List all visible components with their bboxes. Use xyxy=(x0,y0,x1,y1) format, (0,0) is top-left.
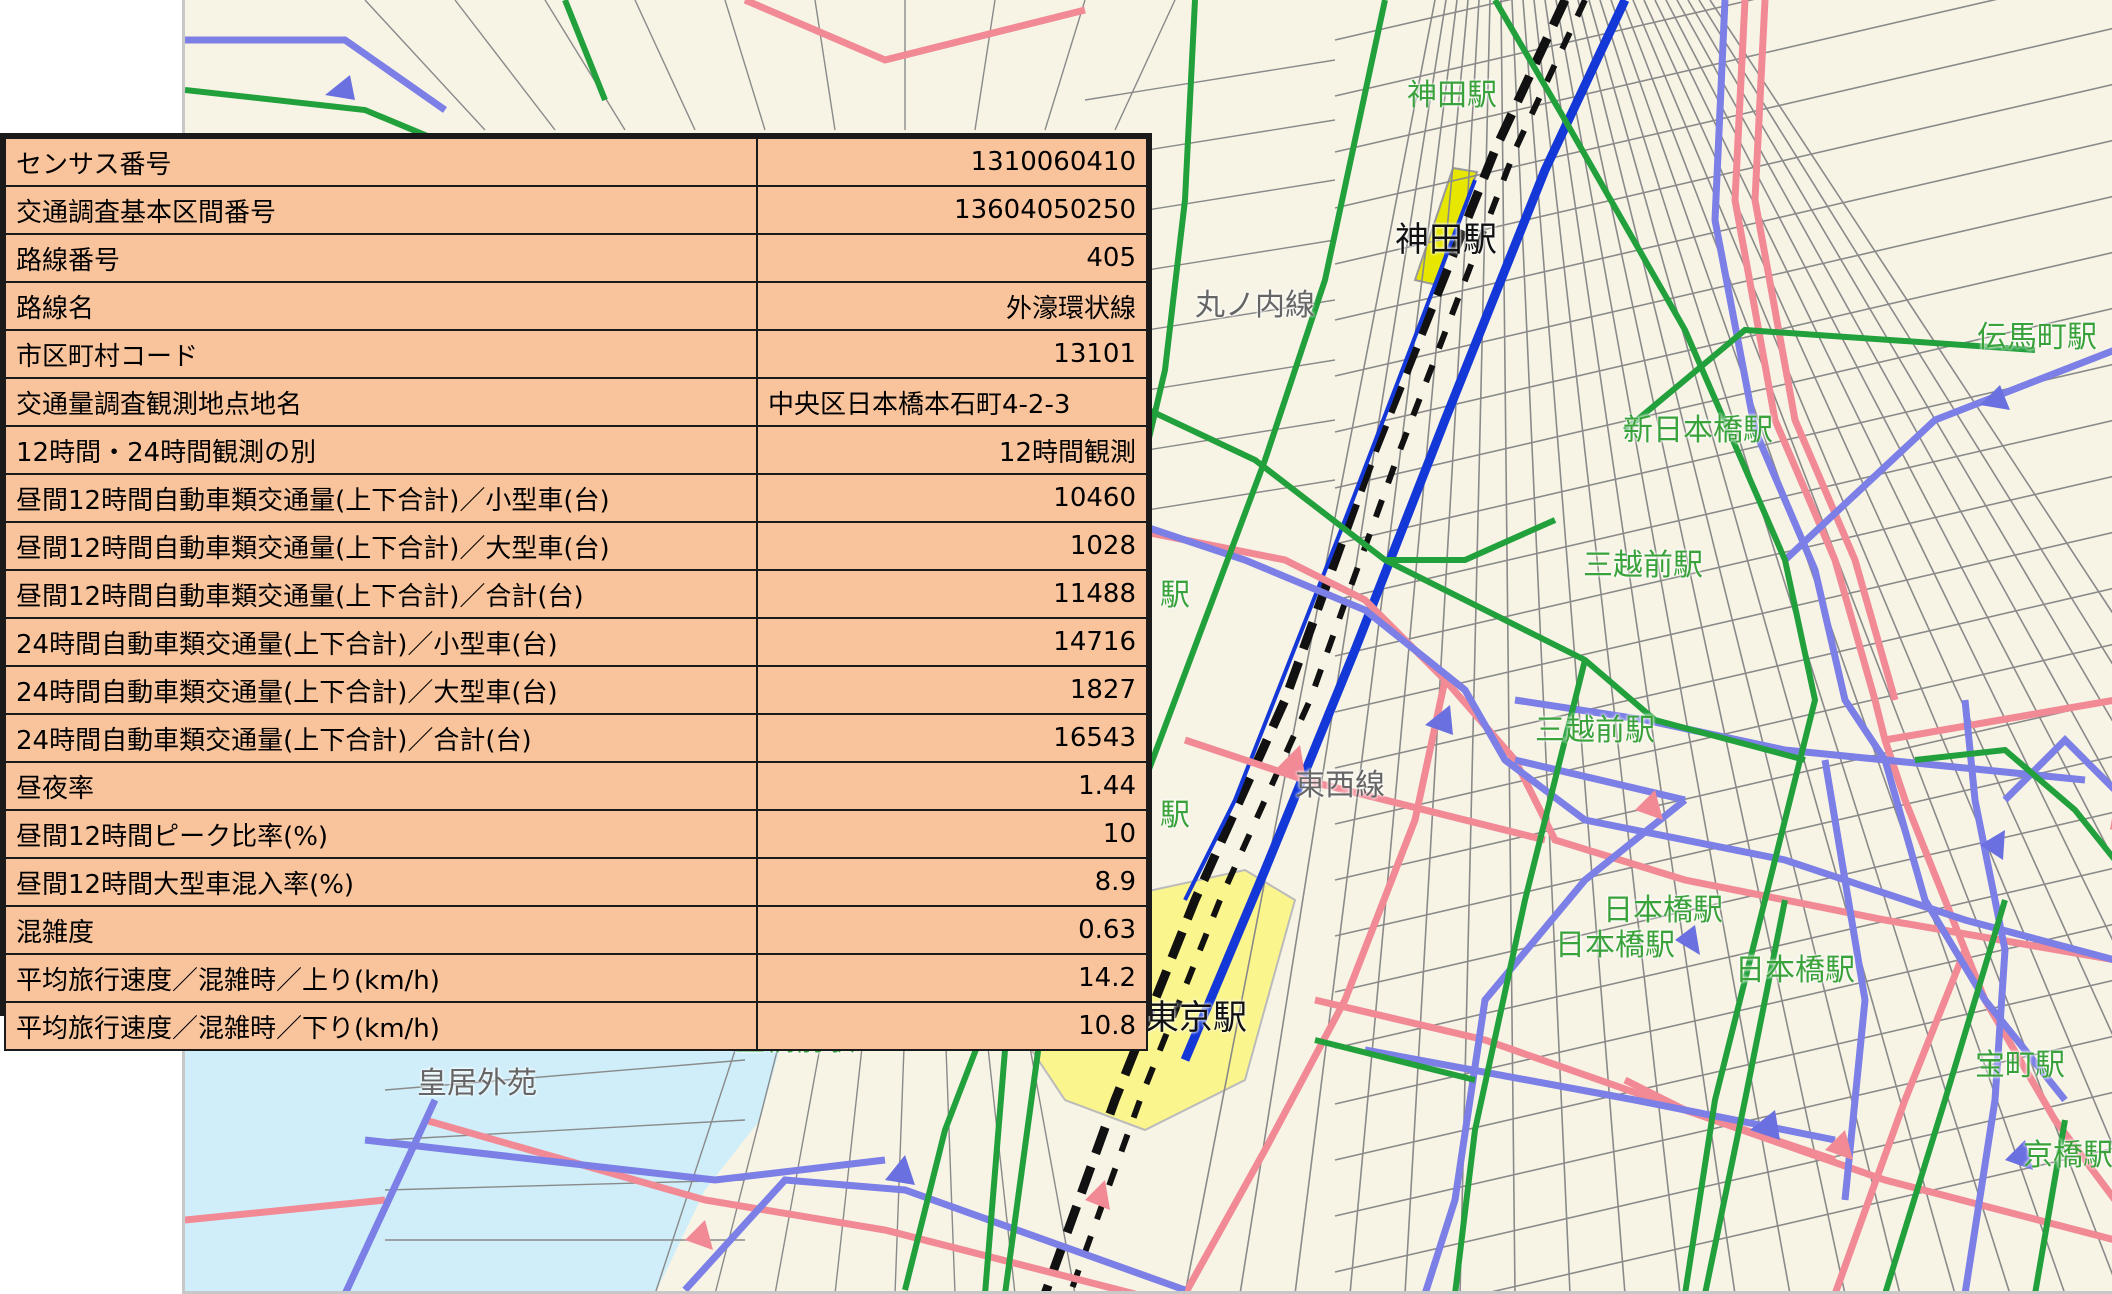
kanda-station-label: 神田駅 xyxy=(1395,220,1497,260)
row-label: 昼間12時間ピーク比率(%) xyxy=(4,809,758,859)
mitsukoshimae-station-label-2: 三越前駅 xyxy=(1535,713,1655,748)
row-value: 1028 xyxy=(756,521,1148,571)
row-value: 10.8 xyxy=(756,1001,1148,1051)
table-row: センサス番号 1310060410 xyxy=(4,137,1148,187)
table-row: 24時間自動車類交通量(上下合計)／合計(台) 16543 xyxy=(4,713,1148,763)
row-value: 16543 xyxy=(756,713,1148,763)
row-value: 10460 xyxy=(756,473,1148,523)
row-value: 0.63 xyxy=(756,905,1148,955)
shin-nihombashi-station-label: 新日本橋駅 xyxy=(1623,413,1773,448)
kyobashi-station-label: 京橋駅 xyxy=(2023,1138,2112,1173)
takaracho-station-label: 宝町駅 xyxy=(1975,1048,2065,1083)
table-row: 路線番号 405 xyxy=(4,233,1148,283)
row-value: 14716 xyxy=(756,617,1148,667)
table-row: 12時間・24時間観測の別 12時間観測 xyxy=(4,425,1148,475)
row-value: 14.2 xyxy=(756,953,1148,1003)
row-label: 路線名 xyxy=(4,281,758,331)
row-label: センサス番号 xyxy=(4,137,758,187)
denmacho-station-label: 伝馬町駅 xyxy=(1977,320,2097,355)
row-value: 8.9 xyxy=(756,857,1148,907)
row-label: 交通量調査観測地点地名 xyxy=(4,377,758,427)
table-row: 24時間自動車類交通量(上下合計)／小型車(台) 14716 xyxy=(4,617,1148,667)
row-label: 平均旅行速度／混雑時／上り(km/h) xyxy=(4,953,758,1003)
table-row: 昼間12時間自動車類交通量(上下合計)／合計(台) 11488 xyxy=(4,569,1148,619)
kanda-station-label-upper: 神田駅 xyxy=(1407,78,1497,113)
row-value: 13604050250 xyxy=(756,185,1148,235)
kokyo-gaien-label: 皇居外苑 xyxy=(417,1066,537,1101)
tozai-line-label: 東西線 xyxy=(1295,768,1385,803)
nihombashi-station-label-2: 日本橋駅 xyxy=(1555,928,1675,963)
row-value: 13101 xyxy=(756,329,1148,379)
row-label: 平均旅行速度／混雑時／下り(km/h) xyxy=(4,1001,758,1051)
table-row: 路線名 外濠環状線 xyxy=(4,281,1148,331)
table-row: 昼間12時間ピーク比率(%) 10 xyxy=(4,809,1148,859)
table-row: 平均旅行速度／混雑時／上り(km/h) 14.2 xyxy=(4,953,1148,1003)
row-value: 10 xyxy=(756,809,1148,859)
row-label: 昼間12時間自動車類交通量(上下合計)／小型車(台) xyxy=(4,473,758,523)
row-label: 12時間・24時間観測の別 xyxy=(4,425,758,475)
ote-line-label: 丸ノ内線 xyxy=(1195,288,1315,323)
row-label: 昼間12時間大型車混入率(%) xyxy=(4,857,758,907)
row-label: 昼夜率 xyxy=(4,761,758,811)
table-row: 交通量調査観測地点地名 中央区日本橋本石町4-2-3 xyxy=(4,377,1148,427)
row-label: 交通調査基本区間番号 xyxy=(4,185,758,235)
station-label-left: 駅 xyxy=(1160,578,1190,613)
row-label: 24時間自動車類交通量(上下合計)／合計(台) xyxy=(4,713,758,763)
station-label-left-2: 駅 xyxy=(1160,798,1190,833)
table-row: 市区町村コード 13101 xyxy=(4,329,1148,379)
table-row: 混雑度 0.63 xyxy=(4,905,1148,955)
row-value: 中央区日本橋本石町4-2-3 xyxy=(756,377,1148,427)
row-label: 昼間12時間自動車類交通量(上下合計)／合計(台) xyxy=(4,569,758,619)
nihombashi-station-label-3: 日本橋駅 xyxy=(1735,953,1855,988)
row-value: 12時間観測 xyxy=(756,425,1148,475)
table-row: 平均旅行速度／混雑時／下り(km/h) 10.8 xyxy=(4,1001,1148,1051)
row-label: 昼間12時間自動車類交通量(上下合計)／大型車(台) xyxy=(4,521,758,571)
tokyo-station-label: 東京駅 xyxy=(1145,998,1247,1038)
row-label: 市区町村コード xyxy=(4,329,758,379)
row-label: 24時間自動車類交通量(上下合計)／小型車(台) xyxy=(4,617,758,667)
traffic-census-info-table: センサス番号 1310060410 交通調査基本区間番号 13604050250 路線番… xyxy=(0,133,1152,1051)
table-row: 昼間12時間自動車類交通量(上下合計)／小型車(台) 10460 xyxy=(4,473,1148,523)
table-row: 昼間12時間自動車類交通量(上下合計)／大型車(台) 1028 xyxy=(4,521,1148,571)
row-value: 1827 xyxy=(756,665,1148,715)
table-row: 昼間12時間大型車混入率(%) 8.9 xyxy=(4,857,1148,907)
info-table: センサス番号 1310060410 交通調査基本区間番号 13604050250 路線番… xyxy=(4,137,1148,1051)
row-label: 24時間自動車類交通量(上下合計)／大型車(台) xyxy=(4,665,758,715)
table-row: 交通調査基本区間番号 13604050250 xyxy=(4,185,1148,235)
table-row: 24時間自動車類交通量(上下合計)／大型車(台) 1827 xyxy=(4,665,1148,715)
table-row: 昼夜率 1.44 xyxy=(4,761,1148,811)
row-label: 路線番号 xyxy=(4,233,758,283)
row-value: 1.44 xyxy=(756,761,1148,811)
row-value: 1310060410 xyxy=(756,137,1148,187)
row-value: 11488 xyxy=(756,569,1148,619)
row-value: 405 xyxy=(756,233,1148,283)
row-value: 外濠環状線 xyxy=(756,281,1148,331)
row-label: 混雑度 xyxy=(4,905,758,955)
mitsukoshimae-station-label-1: 三越前駅 xyxy=(1583,548,1703,583)
